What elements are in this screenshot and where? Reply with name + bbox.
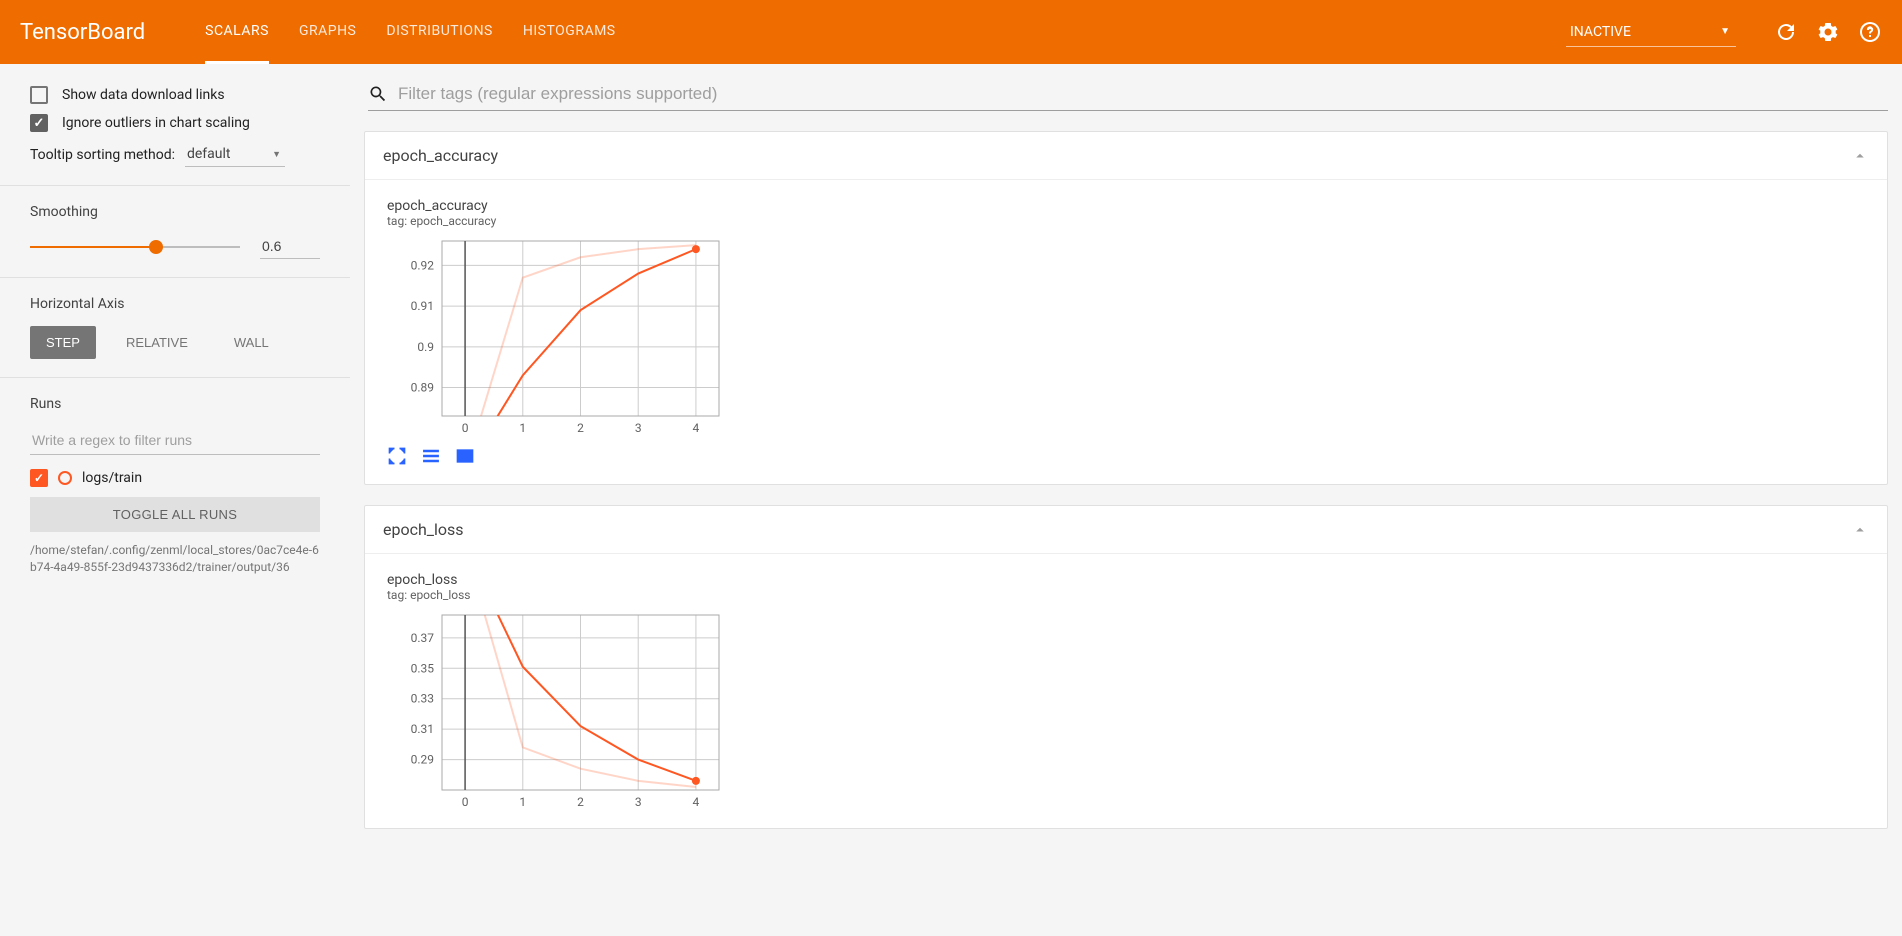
svg-text:0.91: 0.91 <box>411 299 434 313</box>
svg-text:0.37: 0.37 <box>411 631 435 645</box>
checkbox-download-links[interactable]: Show data download links <box>30 86 320 104</box>
refresh-icon[interactable] <box>1774 20 1798 44</box>
chevron-up-icon <box>1851 521 1869 539</box>
card-header[interactable]: epoch_accuracy <box>365 132 1887 180</box>
chart: 0.29 0.31 0.33 0.35 0.37 0 1 2 3 4 <box>387 610 727 810</box>
checkbox-ignore-outliers[interactable]: Ignore outliers in chart scaling <box>30 114 320 132</box>
chart: 0.89 0.9 0.91 0.92 0 1 2 3 4 <box>387 236 727 436</box>
tabs: SCALARS GRAPHS DISTRIBUTIONS HISTOGRAMS <box>205 0 615 64</box>
haxis-label: Horizontal Axis <box>30 296 320 312</box>
svg-text:0.35: 0.35 <box>411 661 435 675</box>
fullscreen-icon[interactable] <box>387 446 407 466</box>
svg-text:3: 3 <box>635 795 642 809</box>
tab-histograms[interactable]: HISTOGRAMS <box>523 0 616 64</box>
run-name: logs/train <box>82 470 142 486</box>
svg-text:0.29: 0.29 <box>411 753 434 767</box>
toggle-all-runs-button[interactable]: TOGGLE ALL RUNS <box>30 497 320 532</box>
checkbox-label: Ignore outliers in chart scaling <box>62 115 250 131</box>
chart-subtitle: tag: epoch_loss <box>387 588 1865 602</box>
chart-title: epoch_loss <box>387 572 1865 588</box>
checkbox-icon <box>30 114 48 132</box>
smoothing-label: Smoothing <box>30 204 320 220</box>
svg-text:1: 1 <box>519 795 526 809</box>
svg-text:1: 1 <box>519 421 526 435</box>
svg-text:2: 2 <box>577 795 584 809</box>
svg-text:0.33: 0.33 <box>411 692 434 706</box>
card-title: epoch_loss <box>383 520 1851 539</box>
tab-distributions[interactable]: DISTRIBUTIONS <box>386 0 493 64</box>
svg-text:0: 0 <box>462 421 469 435</box>
fit-domain-icon[interactable] <box>455 446 475 466</box>
card-title: epoch_accuracy <box>383 146 1851 165</box>
gear-icon[interactable] <box>1816 20 1840 44</box>
toggle-y-axis-icon[interactable] <box>421 446 441 466</box>
filter-tags[interactable] <box>368 84 1888 111</box>
runs-label: Runs <box>30 396 320 412</box>
axis-wall-button[interactable]: WALL <box>218 326 285 359</box>
axis-relative-button[interactable]: RELATIVE <box>110 326 204 359</box>
card-epoch-accuracy: epoch_accuracy epoch_accuracy tag: epoch… <box>364 131 1888 485</box>
help-icon[interactable] <box>1858 20 1882 44</box>
search-icon <box>368 84 388 104</box>
checkbox-icon <box>30 86 48 104</box>
run-color-swatch <box>58 471 72 485</box>
filter-tags-input[interactable] <box>398 84 1888 104</box>
svg-text:4: 4 <box>693 795 700 809</box>
tab-graphs[interactable]: GRAPHS <box>299 0 356 64</box>
svg-text:4: 4 <box>693 421 700 435</box>
app-title: TensorBoard <box>20 20 145 45</box>
smoothing-input[interactable] <box>260 234 320 259</box>
mode-select[interactable]: INACTIVE <box>1566 18 1736 47</box>
smoothing-slider[interactable] <box>30 237 240 257</box>
svg-text:0.9: 0.9 <box>417 340 434 354</box>
tooltip-sort-select[interactable]: default <box>185 142 285 167</box>
svg-text:3: 3 <box>635 421 642 435</box>
run-item[interactable]: logs/train <box>30 469 320 487</box>
svg-text:0.89: 0.89 <box>411 381 434 395</box>
sidebar: Show data download links Ignore outliers… <box>0 64 350 936</box>
header: TensorBoard SCALARS GRAPHS DISTRIBUTIONS… <box>0 0 1902 64</box>
tooltip-sort-label: Tooltip sorting method: <box>30 147 175 163</box>
card-header[interactable]: epoch_loss <box>365 506 1887 554</box>
content: epoch_accuracy epoch_accuracy tag: epoch… <box>350 64 1902 936</box>
svg-text:0.31: 0.31 <box>411 722 434 736</box>
svg-text:0.92: 0.92 <box>411 258 435 272</box>
card-epoch-loss: epoch_loss epoch_loss tag: epoch_loss 0.… <box>364 505 1888 829</box>
chart-subtitle: tag: epoch_accuracy <box>387 214 1865 228</box>
axis-step-button[interactable]: STEP <box>30 326 96 359</box>
chevron-up-icon <box>1851 147 1869 165</box>
run-path: /home/stefan/.config/zenml/local_stores/… <box>30 542 320 576</box>
tab-scalars[interactable]: SCALARS <box>205 0 269 64</box>
chart-title: epoch_accuracy <box>387 198 1865 214</box>
run-checkbox-icon <box>30 469 48 487</box>
runs-filter-input[interactable] <box>30 426 320 455</box>
svg-text:0: 0 <box>462 795 469 809</box>
svg-text:2: 2 <box>577 421 584 435</box>
checkbox-label: Show data download links <box>62 87 225 103</box>
